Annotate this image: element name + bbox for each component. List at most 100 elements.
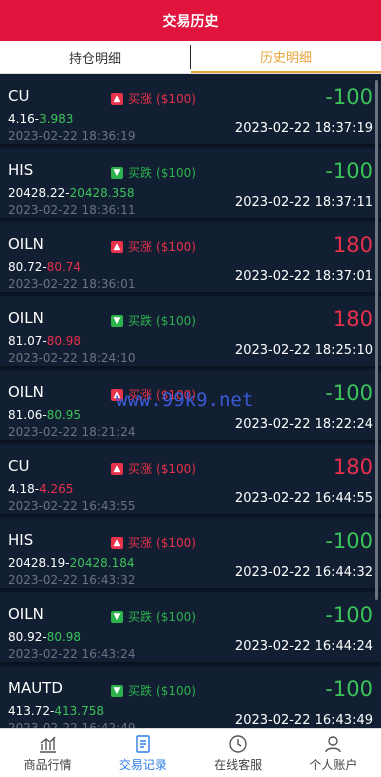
trade-record-row[interactable]: HIS ▲ 买涨 ($100) 20428.19-20428.184 2023-02-22… xyxy=(0,518,381,590)
record-close-price: 80.98 xyxy=(46,334,82,348)
record-prices: 4.16-3.983 xyxy=(8,112,74,126)
tab-bar: 持仓明细 历史明细 xyxy=(0,41,381,74)
record-open-price: 81.07 xyxy=(8,334,43,348)
trade-record-row[interactable]: OILN ▲ 买涨 ($100) 80.72-80.74 2023-02-22 18:36… xyxy=(0,222,381,294)
record-close-time: 2023-02-22 18:37:19 xyxy=(234,121,373,136)
user-icon xyxy=(325,735,342,752)
record-open-price: 20428.22 xyxy=(8,186,66,200)
record-direction: ▲ 买涨 ($100) xyxy=(111,534,196,551)
trade-history-list[interactable]: CU ▲ 买涨 ($100) 4.16-3.983 2023-02-22 18:36:19… xyxy=(0,74,381,728)
record-open-price: 20428.19 xyxy=(8,556,66,570)
clock-icon xyxy=(229,734,247,753)
record-direction: ▼ 买跌 ($100) xyxy=(111,164,196,181)
record-direction: ▼ 买跌 ($100) xyxy=(111,312,196,329)
tab-history-label: 历史明细 xyxy=(259,50,312,66)
trade-record-row[interactable]: OILN ▼ 买跌 ($100) 80.92-80.98 2023-02-22 16:43… xyxy=(0,592,381,664)
record-open-price: 81.06 xyxy=(8,408,43,422)
trade-record-row[interactable]: OILN ▲ 买涨 ($100) 81.06-80.95 2023-02-22 18:21… xyxy=(0,370,381,442)
record-prices: 80.92-80.98 xyxy=(8,630,82,644)
record-amount: ($100) xyxy=(156,239,196,254)
record-close-price: 20428.358 xyxy=(69,186,135,200)
arrow-down-icon: ▼ xyxy=(111,166,123,179)
record-profit: -100 xyxy=(325,381,373,405)
record-close-price: 20428.184 xyxy=(69,556,135,570)
record-direction-label: 买涨 xyxy=(128,388,153,402)
record-direction-label: 买涨 xyxy=(128,462,153,476)
record-close-price: 3.983 xyxy=(39,112,74,126)
bottom-nav: 商品行情 交易记录 在线客服 个人账户 xyxy=(0,728,381,777)
nav-item-account[interactable]: 个人账户 xyxy=(286,729,381,777)
arrow-down-icon: ▼ xyxy=(111,610,123,623)
record-direction-label: 买跌 xyxy=(128,314,153,328)
record-open-time: 2023-02-22 18:24:10 xyxy=(8,351,136,365)
trade-record-row[interactable]: HIS ▼ 买跌 ($100) 20428.22-20428.358 2023-02-22… xyxy=(0,148,381,220)
record-direction: ▲ 买涨 ($100) xyxy=(111,90,196,107)
arrow-down-icon: ▼ xyxy=(111,684,123,697)
record-direction-label: 买涨 xyxy=(128,92,153,106)
record-symbol: OILN xyxy=(8,235,44,253)
record-open-price: 80.72 xyxy=(8,260,43,274)
nav-label-support: 在线客服 xyxy=(214,757,263,772)
record-close-time: 2023-02-22 18:37:11 xyxy=(234,195,373,210)
record-close-time: 2023-02-22 18:37:01 xyxy=(234,269,373,284)
nav-label-account: 个人账户 xyxy=(309,757,358,772)
record-close-time: 2023-02-22 16:44:24 xyxy=(234,639,373,654)
record-symbol: MAUTD xyxy=(8,679,63,697)
record-amount: ($100) xyxy=(156,683,196,698)
record-amount: ($100) xyxy=(156,609,196,624)
record-amount: ($100) xyxy=(156,165,196,180)
record-amount: ($100) xyxy=(156,461,196,476)
record-close-time: 2023-02-22 16:43:49 xyxy=(234,713,373,728)
tab-history[interactable]: 历史明细 xyxy=(191,41,381,73)
record-direction-label: 买跌 xyxy=(128,610,153,624)
record-symbol: OILN xyxy=(8,309,44,327)
tab-positions[interactable]: 持仓明细 xyxy=(0,41,190,73)
record-close-price: 80.95 xyxy=(46,408,82,422)
arrow-up-icon: ▲ xyxy=(111,240,123,253)
trade-record-row[interactable]: CU ▲ 买涨 ($100) 4.18-4.265 2023-02-22 16:43:55… xyxy=(0,444,381,516)
record-amount: ($100) xyxy=(156,91,196,106)
nav-item-support[interactable]: 在线客服 xyxy=(191,729,286,777)
record-open-time: 2023-02-22 18:36:19 xyxy=(8,129,136,143)
arrow-up-icon: ▲ xyxy=(111,388,123,401)
record-direction-label: 买涨 xyxy=(128,536,153,550)
record-direction-label: 买跌 xyxy=(128,684,153,698)
record-prices: 81.07-80.98 xyxy=(8,334,82,348)
record-open-time: 2023-02-22 18:21:24 xyxy=(8,425,136,439)
record-open-price: 413.72 xyxy=(8,704,50,718)
record-direction-label: 买涨 xyxy=(128,240,153,254)
record-open-time: 2023-02-22 16:42:49 xyxy=(8,721,136,728)
record-prices: 20428.22-20428.358 xyxy=(8,186,135,200)
nav-label-market: 商品行情 xyxy=(23,757,72,772)
record-profit: -100 xyxy=(325,677,373,701)
record-open-price: 4.18 xyxy=(8,482,35,496)
chart-icon xyxy=(39,736,56,753)
record-profit: -100 xyxy=(325,603,373,627)
record-open-time: 2023-02-22 18:36:11 xyxy=(8,203,136,217)
record-direction: ▲ 买涨 ($100) xyxy=(111,238,196,255)
record-close-time: 2023-02-22 18:22:24 xyxy=(234,417,373,432)
nav-label-records: 交易记录 xyxy=(118,757,167,772)
trade-record-row[interactable]: MAUTD ▼ 买跌 ($100) 413.72-413.758 2023-02-22 1… xyxy=(0,666,381,728)
record-symbol: HIS xyxy=(8,531,34,549)
scrollbar[interactable] xyxy=(375,80,378,600)
nav-item-market[interactable]: 商品行情 xyxy=(0,729,95,777)
record-open-time: 2023-02-22 18:36:01 xyxy=(8,277,136,291)
record-close-time: 2023-02-22 16:44:32 xyxy=(234,565,373,580)
record-open-price: 4.16 xyxy=(8,112,35,126)
record-prices: 4.18-4.265 xyxy=(8,482,74,496)
arrow-up-icon: ▲ xyxy=(111,462,123,475)
nav-item-records[interactable]: 交易记录 xyxy=(95,729,190,777)
document-icon xyxy=(136,734,150,753)
record-profit: -100 xyxy=(325,159,373,183)
record-symbol: CU xyxy=(8,87,30,105)
arrow-down-icon: ▼ xyxy=(111,314,123,327)
trade-record-row[interactable]: CU ▲ 买涨 ($100) 4.16-3.983 2023-02-22 18:36:19… xyxy=(0,74,381,146)
record-close-time: 2023-02-22 16:44:55 xyxy=(234,491,373,506)
record-close-price: 4.265 xyxy=(39,482,74,496)
trade-record-row[interactable]: OILN ▼ 买跌 ($100) 81.07-80.98 2023-02-22 18:24… xyxy=(0,296,381,368)
record-close-price: 80.98 xyxy=(46,630,82,644)
record-direction-label: 买跌 xyxy=(128,166,153,180)
record-direction: ▲ 买涨 ($100) xyxy=(111,460,196,477)
record-prices: 80.72-80.74 xyxy=(8,260,82,274)
